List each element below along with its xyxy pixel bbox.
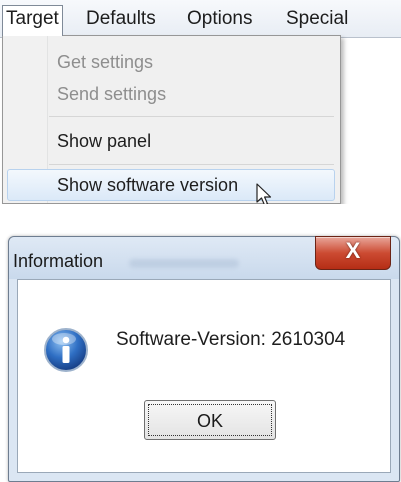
menu-separator [49,164,334,165]
dialog-message: Software-Version: 2610304 [116,329,346,350]
menu-options[interactable]: Options [184,6,255,32]
mouse-cursor-icon [256,183,272,204]
menu-separator [49,116,334,117]
menu-special[interactable]: Special [283,6,351,32]
ok-button[interactable]: OK [144,400,276,440]
menu-item-show-software-version[interactable]: Show software version [57,172,238,198]
dialog-titlebar[interactable]: Information X [9,236,399,279]
ok-button-label: OK [196,411,223,431]
dialog-title: Information [13,251,104,271]
target-dropdown-menu: Get settings Send settings Show panel Sh… [2,35,341,204]
menu-screenshot: Target Defaults Options Special Get sett… [0,0,401,204]
menu-item-send-settings: Send settings [57,84,167,104]
close-button[interactable]: X [315,236,391,270]
title-bar-blur [129,259,239,268]
menu-defaults[interactable]: Defaults [83,6,159,32]
menu-item-show-panel[interactable]: Show panel [57,128,151,154]
menu-bar: Target Defaults Options Special [0,0,401,38]
information-icon [44,328,88,372]
information-dialog: Information X Software-Version: 2610304 … [8,236,400,482]
close-icon: X [345,238,361,263]
menu-target[interactable]: Target [2,5,63,36]
dialog-body: Software-Version: 2610304 OK [17,279,391,473]
menu-item-get-settings: Get settings [57,52,154,72]
